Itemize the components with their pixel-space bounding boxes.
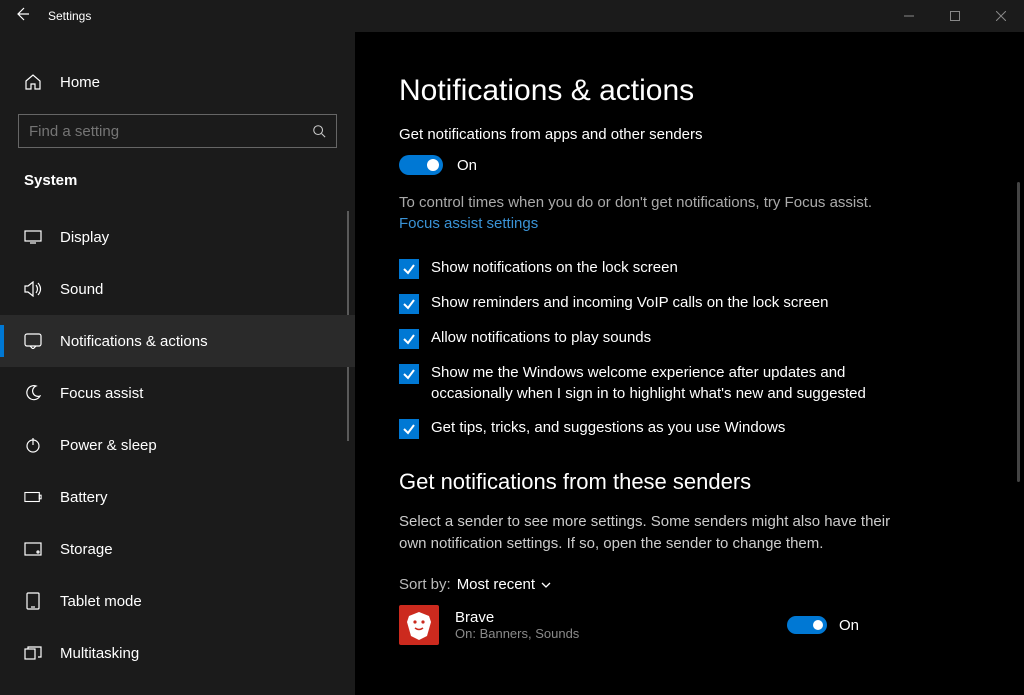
search-field[interactable]	[29, 123, 312, 140]
arrow-left-icon	[14, 6, 30, 22]
checkbox-icon	[399, 364, 419, 384]
sidebar-item-sound[interactable]: Sound	[0, 263, 355, 315]
brave-app-icon	[399, 605, 439, 645]
home-label: Home	[60, 74, 100, 91]
sidebar-item-focus-assist[interactable]: Focus assist	[0, 367, 355, 419]
content-scrollbar[interactable]	[1017, 182, 1020, 482]
sidebar-item-label: Battery	[60, 489, 108, 506]
sort-value: Most recent	[457, 576, 535, 593]
sender-row-brave[interactable]: Brave On: Banners, Sounds On	[399, 605, 919, 645]
checkbox-icon	[399, 329, 419, 349]
focus-assist-hint: To control times when you do or don't ge…	[399, 193, 919, 213]
checkbox-label: Get tips, tricks, and suggestions as you…	[431, 418, 785, 438]
sidebar-item-label: Notifications & actions	[60, 333, 208, 350]
sidebar: Home System Display Sound	[0, 32, 355, 695]
minimize-icon	[904, 11, 914, 21]
sender-toggle-brave[interactable]	[787, 616, 827, 634]
sidebar-item-label: Multitasking	[60, 645, 139, 662]
tablet-icon	[24, 592, 42, 610]
sort-by-dropdown[interactable]: Sort by: Most recent	[399, 576, 919, 593]
power-icon	[24, 436, 42, 454]
senders-description: Select a sender to see more settings. So…	[399, 511, 919, 555]
master-toggle-state: On	[457, 157, 477, 174]
page-title: Notifications & actions	[399, 74, 919, 108]
close-icon	[996, 11, 1006, 21]
sidebar-item-label: Power & sleep	[60, 437, 157, 454]
checkbox-reminders-voip[interactable]: Show reminders and incoming VoIP calls o…	[399, 293, 919, 314]
battery-icon	[24, 488, 42, 506]
sidebar-nav: Display Sound Notifications & actions Fo…	[0, 211, 355, 679]
sidebar-item-battery[interactable]: Battery	[0, 471, 355, 523]
sidebar-item-label: Focus assist	[60, 385, 143, 402]
sidebar-item-storage[interactable]: Storage	[0, 523, 355, 575]
multitasking-icon	[24, 644, 42, 662]
sidebar-item-tablet-mode[interactable]: Tablet mode	[0, 575, 355, 627]
close-button[interactable]	[978, 0, 1024, 32]
storage-icon	[24, 540, 42, 558]
sort-label: Sort by:	[399, 576, 451, 593]
display-icon	[24, 228, 42, 246]
search-icon	[312, 124, 326, 138]
checkbox-play-sounds[interactable]: Allow notifications to play sounds	[399, 328, 919, 349]
checkbox-welcome-experience[interactable]: Show me the Windows welcome experience a…	[399, 363, 919, 404]
sidebar-item-display[interactable]: Display	[0, 211, 355, 263]
checkbox-label: Allow notifications to play sounds	[431, 328, 651, 348]
sidebar-item-label: Tablet mode	[60, 593, 142, 610]
master-toggle[interactable]	[399, 155, 443, 175]
sidebar-item-label: Storage	[60, 541, 113, 558]
sound-icon	[24, 280, 42, 298]
moon-icon	[24, 384, 42, 402]
home-icon	[24, 73, 42, 91]
search-input[interactable]	[18, 114, 337, 148]
maximize-button[interactable]	[932, 0, 978, 32]
sidebar-item-notifications-actions[interactable]: Notifications & actions	[0, 315, 355, 367]
sender-toggle-state: On	[839, 617, 859, 634]
checkbox-label: Show notifications on the lock screen	[431, 258, 678, 278]
checkbox-icon	[399, 259, 419, 279]
senders-heading: Get notifications from these senders	[399, 469, 919, 495]
sidebar-item-label: Sound	[60, 281, 103, 298]
checkbox-label: Show reminders and incoming VoIP calls o…	[431, 293, 828, 313]
chevron-down-icon	[541, 582, 551, 588]
checkbox-lock-screen-notifications[interactable]: Show notifications on the lock screen	[399, 258, 919, 279]
checkbox-icon	[399, 419, 419, 439]
home-button[interactable]: Home	[18, 62, 337, 102]
checkbox-label: Show me the Windows welcome experience a…	[431, 363, 919, 404]
sidebar-item-power-sleep[interactable]: Power & sleep	[0, 419, 355, 471]
back-button[interactable]	[14, 6, 30, 27]
window-title: Settings	[48, 9, 91, 23]
master-toggle-label: Get notifications from apps and other se…	[399, 126, 919, 143]
notifications-icon	[24, 332, 42, 350]
sidebar-item-multitasking[interactable]: Multitasking	[0, 627, 355, 679]
sender-subtext: On: Banners, Sounds	[455, 626, 579, 641]
sidebar-item-label: Display	[60, 229, 109, 246]
focus-assist-link[interactable]: Focus assist settings	[399, 215, 919, 232]
checkbox-tips-tricks[interactable]: Get tips, tricks, and suggestions as you…	[399, 418, 919, 439]
minimize-button[interactable]	[886, 0, 932, 32]
checkbox-icon	[399, 294, 419, 314]
sender-name: Brave	[455, 609, 579, 626]
titlebar: Settings	[0, 0, 1024, 32]
content-area: Notifications & actions Get notification…	[355, 32, 1024, 695]
maximize-icon	[950, 11, 960, 21]
category-label: System	[18, 172, 337, 189]
